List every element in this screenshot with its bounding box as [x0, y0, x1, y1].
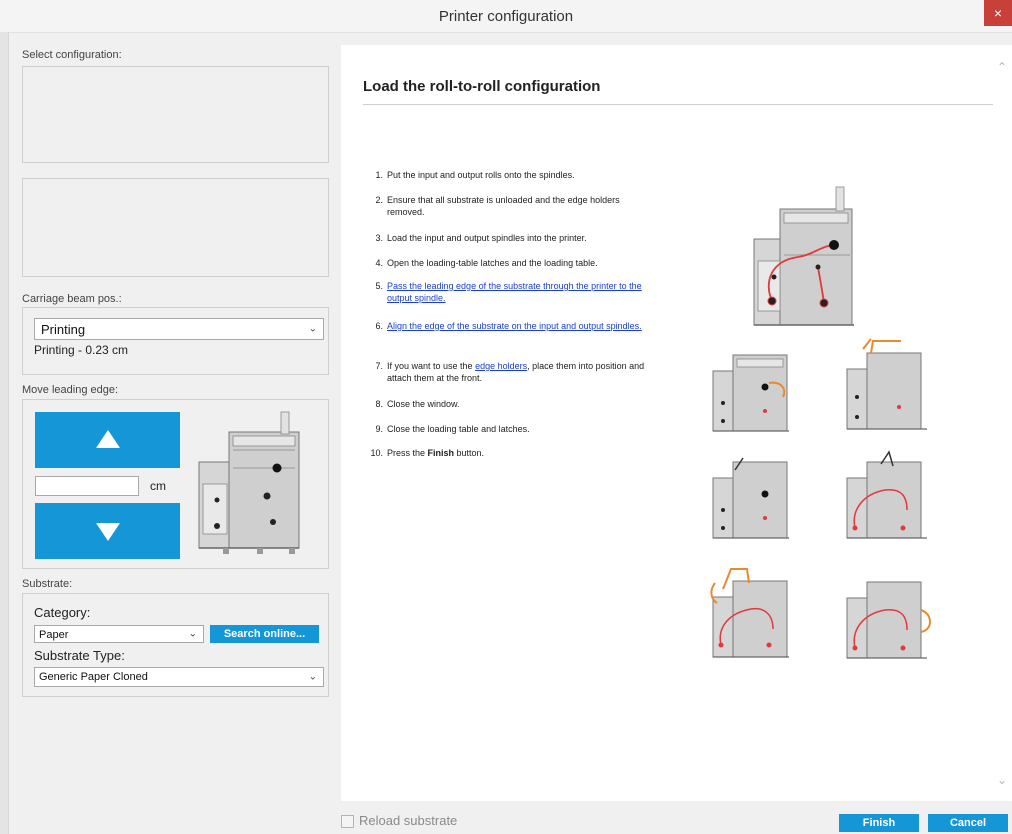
leading-edge-unit: cm — [150, 479, 166, 493]
leading-edge-input[interactable] — [35, 476, 139, 496]
title-divider — [363, 104, 993, 105]
step-text: Press the — [387, 448, 428, 458]
close-button[interactable]: × — [984, 0, 1012, 26]
step-text: Load the input and output spindles into … — [387, 233, 587, 243]
step-number: 3. — [375, 233, 383, 243]
carriage-beam-label: Carriage beam pos.: — [22, 293, 122, 305]
category-select[interactable]: Paper ⌄ — [34, 625, 204, 643]
step-number: 5. — [375, 281, 383, 291]
step-number: 9. — [375, 424, 383, 434]
carriage-beam-selected: Printing — [41, 322, 86, 337]
step-link[interactable]: Pass the leading edge of the substrate t… — [387, 280, 657, 304]
step-text: Open the loading-table latches and the l… — [387, 258, 598, 268]
step-text: Ensure that all substrate is unloaded an… — [387, 195, 620, 217]
roll-to-roll-diagram — [753, 186, 854, 326]
substrate-type-selected: Generic Paper Cloned — [39, 671, 148, 683]
step-10: 10. Press the Finish button. — [369, 447, 669, 459]
substrate-type-select[interactable]: Generic Paper Cloned ⌄ — [34, 667, 324, 687]
substrate-label: Substrate: — [22, 578, 73, 590]
printer-illustration — [198, 411, 300, 554]
carriage-beam-value: Printing - 0.23 cm — [34, 343, 129, 357]
step-number: 1. — [375, 170, 383, 180]
move-down-button[interactable] — [35, 503, 180, 559]
step-2: 2. Ensure that all substrate is unloaded … — [369, 194, 669, 218]
step-number: 7. — [375, 361, 383, 371]
page-title: Load the roll-to-roll configuration — [363, 78, 601, 95]
chevron-down-icon: ⌄ — [188, 628, 197, 640]
step-5: 5. Pass the leading edge of the substrate… — [369, 280, 669, 304]
step-diagram-5 — [710, 568, 789, 658]
cancel-button[interactable]: Cancel — [928, 814, 1008, 832]
step-4: 4. Open the loading-table latches and the… — [369, 257, 669, 269]
scroll-up-icon[interactable]: ⌃ — [997, 60, 1007, 74]
category-selected: Paper — [39, 629, 69, 641]
step-number: 8. — [375, 399, 383, 409]
down-arrow-icon — [96, 523, 120, 541]
edge-holders-link[interactable]: edge holders — [475, 361, 527, 371]
step-number: 10. — [370, 448, 383, 458]
scroll-down-icon[interactable]: ⌄ — [997, 773, 1007, 787]
step-text: Close the window. — [387, 399, 460, 409]
step-diagram-1 — [712, 354, 789, 432]
step-text: Close the loading table and latches. — [387, 424, 530, 434]
substrate-type-label: Substrate Type: — [34, 648, 125, 663]
step-bold-text: Finish — [427, 448, 455, 458]
step-number: 4. — [375, 258, 383, 268]
move-leading-edge-label: Move leading edge: — [22, 384, 119, 396]
title-bar: Printer configuration × — [0, 0, 1012, 33]
configuration-preview-box — [22, 178, 329, 277]
up-arrow-icon — [96, 430, 120, 448]
window-title: Printer configuration — [438, 8, 574, 25]
configuration-list-box[interactable] — [22, 66, 329, 163]
step-diagram-3 — [712, 457, 789, 539]
step-diagram-4 — [846, 450, 927, 539]
step-9: 9. Close the loading table and latches. — [369, 423, 669, 435]
select-configuration-label: Select configuration: — [22, 49, 122, 61]
step-number: 2. — [375, 195, 383, 205]
move-up-button[interactable] — [35, 412, 180, 468]
carriage-beam-select[interactable]: Printing ⌄ — [34, 318, 324, 340]
step-text: If you want to use the — [387, 361, 476, 371]
step-link[interactable]: Align the edge of the substrate on the i… — [387, 320, 657, 332]
reload-substrate-checkbox[interactable] — [341, 815, 354, 828]
chevron-down-icon: ⌄ — [308, 671, 317, 683]
step-diagram-6 — [846, 581, 931, 659]
left-edge-strip — [0, 32, 9, 834]
step-text: button. — [454, 448, 485, 458]
step-6: 6. Align the edge of the substrate on the… — [369, 320, 669, 332]
chevron-down-icon: ⌄ — [308, 323, 317, 335]
step-7: 7. If you want to use the edge holders, p… — [369, 360, 669, 384]
step-diagram-2 — [846, 338, 927, 430]
reload-substrate-label: Reload substrate — [359, 813, 458, 828]
search-online-button[interactable]: Search online... — [210, 625, 319, 643]
finish-button[interactable]: Finish — [839, 814, 919, 832]
step-3: 3. Load the input and output spindles int… — [369, 232, 669, 244]
step-number: 6. — [375, 321, 383, 331]
step-1: 1. Put the input and output rolls onto th… — [369, 169, 669, 181]
instructions-panel: Load the roll-to-roll configuration ⌃ ⌄ … — [341, 45, 1012, 801]
step-8: 8. Close the window. — [369, 398, 669, 410]
category-label: Category: — [34, 605, 91, 620]
step-text: Put the input and output rolls onto the … — [387, 170, 575, 180]
